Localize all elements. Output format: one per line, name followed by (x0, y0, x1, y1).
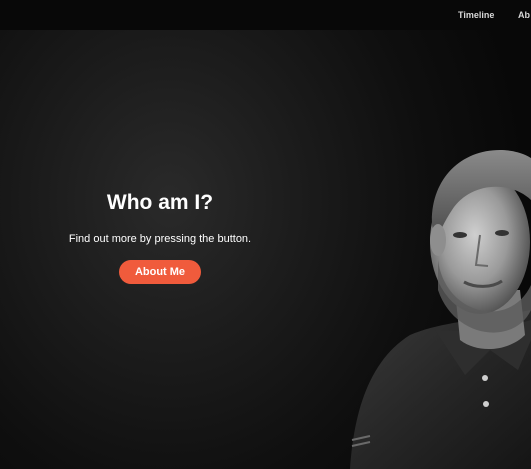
hero-title: Who am I? (106, 191, 214, 214)
hero-section: Who am I? Find out more by pressing the … (60, 188, 260, 284)
portrait-photo (350, 150, 531, 469)
nav-link-timeline[interactable]: Timeline (458, 10, 494, 20)
page: Timeline Ab Who am I? Find out more by p… (0, 0, 531, 469)
navbar: Timeline Ab (0, 0, 531, 30)
nav-link-about[interactable]: Ab (518, 10, 530, 20)
hero-subtitle: Find out more by pressing the button. (68, 233, 252, 245)
about-me-button[interactable]: About Me (119, 260, 201, 284)
